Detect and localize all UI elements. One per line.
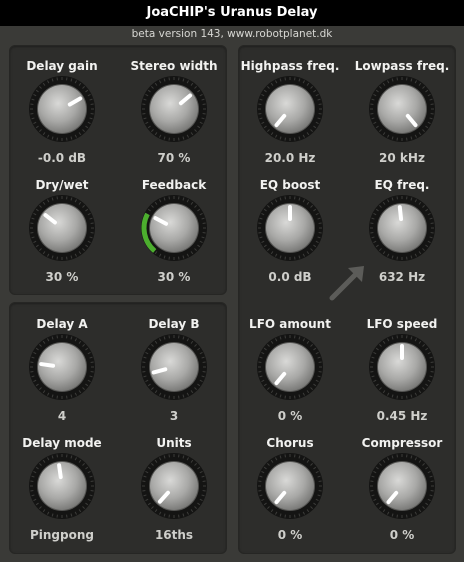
lowpass-freq-knob[interactable] (367, 74, 437, 144)
feedback-control: Feedback 30 % (114, 177, 234, 295)
lfo-speed-control: LFO speed 0.45 Hz (342, 316, 462, 434)
delay-a-knob[interactable] (27, 332, 97, 402)
delay-a-label: Delay A (36, 317, 88, 331)
diagonal-arrow-up-right-icon (329, 266, 364, 301)
lfo-speed-label: LFO speed (366, 317, 438, 331)
lfo-amount-control: LFO amount 0 % (230, 316, 350, 434)
eq-freq-knob[interactable] (367, 193, 437, 263)
dry-wet-knob[interactable] (27, 193, 97, 263)
feedback-knob[interactable] (139, 193, 209, 263)
delay-b-label: Delay B (148, 317, 200, 331)
highpass-freq-value: 20.0 Hz (264, 151, 316, 165)
delay-b-control: Delay B 3 (114, 316, 234, 434)
lowpass-freq-label: Lowpass freq. (354, 59, 450, 73)
compressor-control: Compressor 0 % (342, 435, 462, 553)
eq-boost-knob[interactable] (255, 193, 325, 263)
highpass-freq-control: Highpass freq. 20.0 Hz (230, 58, 350, 176)
delay-mode-label: Delay mode (22, 436, 102, 450)
delay-mode-control: Delay mode Pingpong (2, 435, 122, 553)
delay-a-control: Delay A 4 (2, 316, 122, 434)
chorus-label: Chorus (266, 436, 314, 450)
lowpass-freq-control: Lowpass freq. 20 kHz (342, 58, 462, 176)
feedback-label: Feedback (141, 178, 207, 192)
compressor-label: Compressor (361, 436, 443, 450)
lfo-amount-value: 0 % (277, 409, 303, 423)
compressor-value: 0 % (389, 528, 415, 542)
delay-gain-value: -0.0 dB (37, 151, 87, 165)
units-value: 16ths (154, 528, 194, 542)
lfo-amount-label: LFO amount (249, 317, 331, 331)
stereo-width-value: 70 % (157, 151, 191, 165)
eq-freq-label: EQ freq. (374, 178, 430, 192)
stereo-width-label: Stereo width (130, 59, 218, 73)
delay-b-value: 3 (169, 409, 179, 423)
highpass-freq-knob[interactable] (255, 74, 325, 144)
lowpass-freq-value: 20 kHz (379, 151, 425, 165)
units-knob[interactable] (139, 451, 209, 521)
window-title: JoaCHIP's Uranus Delay (0, 0, 464, 26)
lfo-amount-knob[interactable] (255, 332, 325, 402)
stereo-width-control: Stereo width 70 % (114, 58, 234, 176)
delay-mode-knob[interactable] (27, 451, 97, 521)
chorus-value: 0 % (277, 528, 303, 542)
eq-boost-label: EQ boost (259, 178, 321, 192)
lfo-speed-knob[interactable] (367, 332, 437, 402)
version-subtitle: beta version 143, www.robotplanet.dk (131, 28, 333, 40)
highpass-freq-label: Highpass freq. (240, 59, 340, 73)
delay-gain-knob[interactable] (27, 74, 97, 144)
delay-gain-label: Delay gain (26, 59, 98, 73)
stereo-width-knob[interactable] (139, 74, 209, 144)
lfo-speed-value: 0.45 Hz (376, 409, 428, 423)
delay-mode-value: Pingpong (29, 528, 94, 542)
delay-gain-control: Delay gain -0.0 dB (2, 58, 122, 176)
dry-wet-control: Dry/wet 30 % (2, 177, 122, 295)
compressor-knob[interactable] (367, 451, 437, 521)
units-control: Units 16ths (114, 435, 234, 553)
feedback-value: 30 % (157, 270, 191, 284)
chorus-knob[interactable] (255, 451, 325, 521)
units-label: Units (156, 436, 192, 450)
delay-a-value: 4 (57, 409, 67, 423)
dry-wet-label: Dry/wet (35, 178, 89, 192)
delay-b-knob[interactable] (139, 332, 209, 402)
chorus-control: Chorus 0 % (230, 435, 350, 553)
dry-wet-value: 30 % (45, 270, 79, 284)
